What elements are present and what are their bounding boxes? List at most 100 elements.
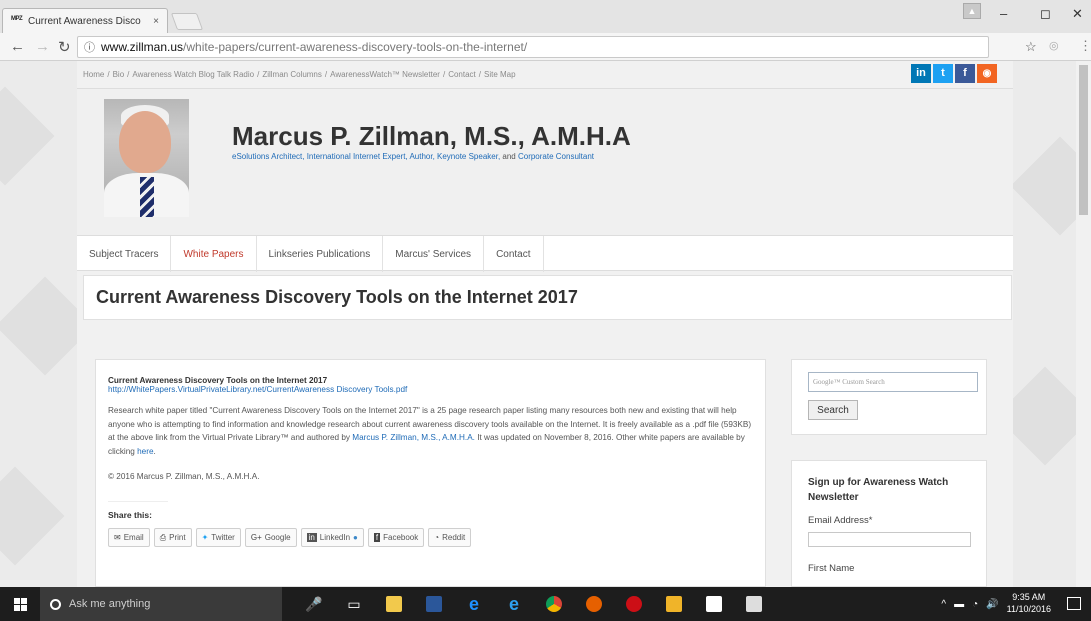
close-tab-icon[interactable]: ×: [153, 16, 159, 27]
tagline-links[interactable]: eSolutions Architect, International Inte…: [232, 152, 500, 161]
word-icon[interactable]: [414, 587, 454, 621]
menu-item-subject-tracers[interactable]: Subject Tracers: [77, 236, 172, 272]
info-icon[interactable]: ⓘ: [84, 39, 95, 55]
topnav-columns[interactable]: Zillman Columns: [262, 70, 322, 79]
firefox-icon[interactable]: [574, 587, 614, 621]
cortana-search[interactable]: Ask me anything: [40, 587, 282, 621]
tagline-last[interactable]: Corporate Consultant: [518, 152, 594, 161]
share-google-button[interactable]: G+ Google: [244, 528, 297, 548]
edge-icon[interactable]: e: [494, 587, 534, 621]
topnav-separator: /: [478, 70, 481, 79]
topnav-home[interactable]: Home: [83, 70, 104, 79]
chrome-icon[interactable]: [534, 587, 574, 621]
topnav-contact[interactable]: Contact: [448, 70, 476, 79]
topnav-bio[interactable]: Bio: [113, 70, 125, 79]
facebook-icon[interactable]: f: [955, 64, 975, 83]
tray-chevron-icon[interactable]: ^: [941, 599, 946, 610]
menu-item-linkseries[interactable]: Linkseries Publications: [257, 236, 384, 272]
main-menu: Subject Tracers White Papers Linkseries …: [77, 235, 1013, 272]
start-button[interactable]: [0, 587, 40, 621]
article-body: Research white paper titled "Current Awa…: [108, 404, 753, 458]
system-tray: ^ ▬ ◔ 🔊 9:35 AM 11/10/2016: [941, 587, 1051, 621]
topnav-newsletter[interactable]: AwarenessWatch™ Newsletter: [330, 70, 440, 79]
menu-item-contact[interactable]: Contact: [484, 236, 544, 272]
battery-icon[interactable]: ▬: [954, 599, 964, 610]
topnav-radio[interactable]: Awareness Watch Blog Talk Radio: [132, 70, 254, 79]
forward-arrow-icon[interactable]: →: [35, 38, 50, 55]
search-widget: Google™ Custom Search Search: [791, 359, 987, 435]
taskbar-apps: 🎤 ▭ e e: [294, 587, 774, 621]
twitter-icon[interactable]: t: [933, 64, 953, 83]
cortana-icon: [50, 598, 61, 610]
page-title: Current Awareness Discovery Tools on the…: [96, 287, 578, 307]
notification-icon[interactable]: [1067, 597, 1081, 610]
topnav-separator: /: [257, 70, 260, 79]
share-print-label: Print: [169, 533, 186, 543]
network-icon[interactable]: ◔: [972, 599, 978, 610]
url-host: www.zillman.us: [101, 40, 184, 54]
share-linkedin-button[interactable]: in LinkedIn ●: [300, 528, 364, 548]
app-icon[interactable]: [654, 587, 694, 621]
share-facebook-button[interactable]: f Facebook: [367, 528, 425, 548]
tagline-and: and: [500, 152, 518, 161]
windows-taskbar: Ask me anything 🎤 ▭ e e ^ ▬ ◔ 🔊 9:35 AM …: [0, 587, 1091, 621]
body-text-3: .: [153, 446, 156, 456]
close-window-button[interactable]: ✕: [1072, 6, 1083, 22]
amazon-icon[interactable]: [694, 587, 734, 621]
share-print-button[interactable]: ⎙ Print: [153, 528, 192, 548]
topnav-separator: /: [127, 70, 130, 79]
minimize-button[interactable]: –: [1000, 6, 1007, 21]
envelope-icon: ✉: [114, 533, 121, 543]
browser-tabstrip: MPZ Current Awareness Disco × ▲ – ◻ ✕: [0, 0, 1091, 33]
volume-icon[interactable]: 🔊: [986, 599, 998, 610]
new-tab-button[interactable]: [170, 13, 204, 30]
printer-icon: ⎙: [159, 532, 167, 542]
twitter-icon: ✦: [201, 533, 209, 543]
pdf-link[interactable]: http://WhitePapers.VirtualPrivateLibrary…: [108, 385, 407, 394]
bookmark-star-icon[interactable]: ☆: [1025, 39, 1037, 55]
browser-menu-icon[interactable]: ⋮: [1079, 38, 1091, 54]
address-bar[interactable]: ⓘ www.zillman.us/white-papers/current-aw…: [77, 36, 989, 58]
favicon: MPZ: [11, 16, 23, 22]
author-photo: [104, 99, 189, 217]
browser-tab[interactable]: MPZ Current Awareness Disco ×: [2, 8, 168, 33]
share-buttons: ✉ Email ⎙ Print ✦ Twitter G+ Google in Linked…: [108, 528, 753, 548]
rss-icon[interactable]: ◉: [977, 64, 997, 83]
article-title: Current Awareness Discovery Tools on the…: [108, 376, 328, 385]
task-view-icon[interactable]: ▭: [334, 587, 374, 621]
newsletter-widget: Sign up for Awareness Watch Newsletter E…: [791, 460, 987, 587]
search-button[interactable]: Search: [808, 400, 858, 420]
article-content: Current Awareness Discovery Tools on the…: [95, 359, 766, 587]
author-link[interactable]: Marcus P. Zillman, M.S., A.M.H.A.: [352, 433, 475, 442]
share-reddit-button[interactable]: ◔ Reddit: [428, 528, 472, 548]
topnav-separator: /: [324, 70, 328, 79]
page-scrollbar[interactable]: [1076, 61, 1091, 587]
site-tagline: eSolutions Architect, International Inte…: [232, 152, 594, 161]
facebook-icon: f: [373, 533, 381, 543]
cortana-search-text: Ask me anything: [69, 598, 151, 610]
internet-explorer-icon[interactable]: e: [454, 587, 494, 621]
topnav-sitemap[interactable]: Site Map: [484, 70, 516, 79]
search-input[interactable]: Google™ Custom Search: [808, 372, 978, 392]
reload-icon[interactable]: ↻: [58, 38, 71, 56]
here-link[interactable]: here: [137, 447, 153, 456]
menu-item-services[interactable]: Marcus' Services: [383, 236, 485, 272]
store-icon[interactable]: [734, 587, 774, 621]
menu-item-white-papers[interactable]: White Papers: [171, 236, 257, 272]
back-arrow-icon[interactable]: ←: [10, 38, 25, 55]
profile-icon[interactable]: ▲: [963, 3, 981, 19]
site-name[interactable]: Marcus P. Zillman, M.S., A.M.H.A: [232, 121, 631, 152]
share-twitter-button[interactable]: ✦ Twitter: [195, 528, 241, 548]
clock[interactable]: 9:35 AM 11/10/2016: [1007, 592, 1051, 615]
microphone-icon[interactable]: 🎤: [294, 587, 334, 621]
opera-icon[interactable]: [614, 587, 654, 621]
linkedin-icon[interactable]: in: [911, 64, 931, 83]
maximize-button[interactable]: ◻: [1040, 6, 1051, 22]
file-explorer-icon[interactable]: [374, 587, 414, 621]
clock-time: 9:35 AM: [1012, 592, 1046, 603]
extension-icon[interactable]: ◎: [1049, 39, 1059, 52]
share-email-button[interactable]: ✉ Email: [108, 528, 150, 548]
scroll-thumb[interactable]: [1079, 65, 1088, 215]
email-field[interactable]: [808, 532, 971, 547]
linkedin-icon: in: [306, 533, 317, 543]
